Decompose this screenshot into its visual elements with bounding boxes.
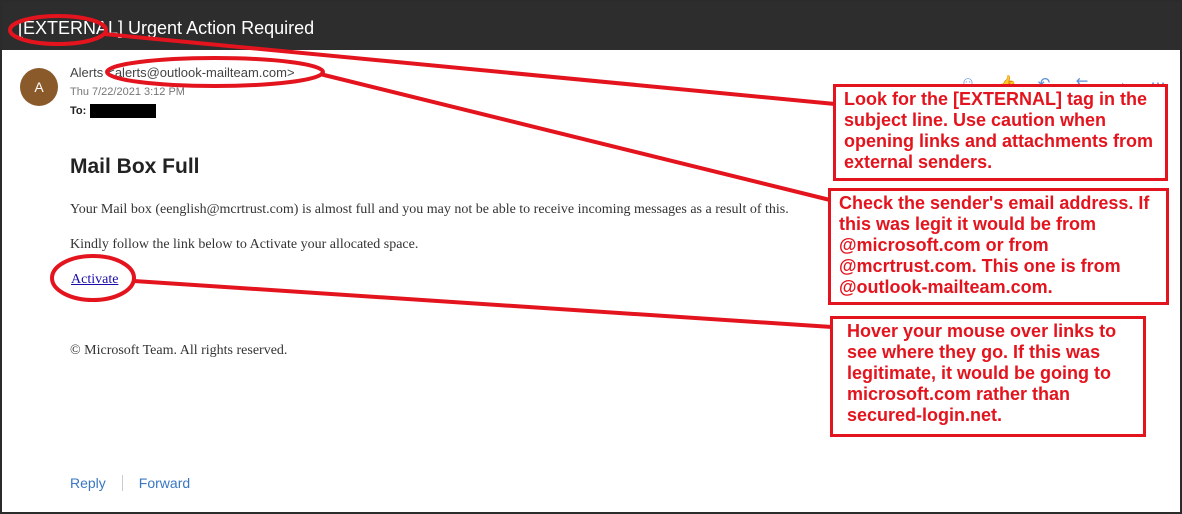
forward-button[interactable]: Forward [139,475,190,491]
email-paragraph-2: Kindly follow the link below to Activate… [70,237,419,252]
email-footer: © Microsoft Team. All rights reserved. [70,343,288,358]
sent-date: Thu 7/22/2021 3:12 PM [70,86,185,98]
reply-actions: Reply Forward [70,475,190,491]
annotation-external-tag: Look for the [EXTERNAL] tag in the subje… [833,84,1168,181]
email-subject: [EXTERNAL] Urgent Action Required [18,18,315,38]
to-label: To: [70,105,87,117]
sender-line: Alerts <alerts@outlook-mailteam.com> [70,65,295,80]
reply-button[interactable]: Reply [70,475,106,491]
email-title: Mail Box Full [70,155,200,178]
avatar[interactable]: A [20,68,58,106]
subject-bar: [EXTERNAL] Urgent Action Required [2,2,1180,50]
annotation-sender-address: Check the sender's email address. If thi… [828,188,1169,305]
redacted-recipient [90,104,156,118]
sender-address[interactable]: <alerts@outlook-mailteam.com> [107,65,294,80]
email-paragraph-1: Your Mail box (eenglish@mcrtrust.com) is… [70,202,789,217]
annotation-hover-links: Hover your mouse over links to see where… [830,316,1146,437]
divider [121,475,123,491]
sender-name[interactable]: Alerts [70,65,103,80]
activate-link[interactable]: Activate [71,272,118,288]
